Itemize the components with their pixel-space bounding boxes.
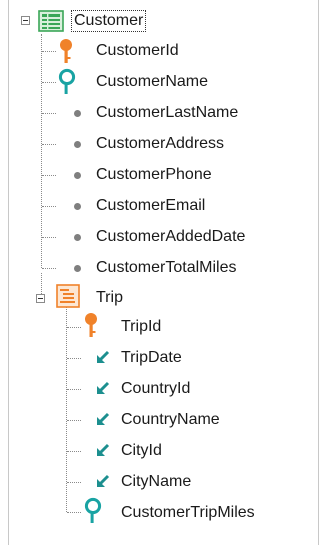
bullet-icon xyxy=(74,141,81,148)
node-label: Customer xyxy=(70,10,147,32)
tree-connector xyxy=(42,268,56,269)
tree-connector xyxy=(67,389,81,390)
level-icon xyxy=(56,284,80,313)
bullet-icon xyxy=(74,203,81,210)
bullet-icon xyxy=(74,234,81,241)
tree-node-trip[interactable]: Trip xyxy=(96,284,123,312)
tree-node-customer[interactable]: Customer xyxy=(70,7,147,35)
transaction-table-icon xyxy=(38,10,64,37)
tree-connector xyxy=(67,482,81,483)
bullet-icon xyxy=(74,110,81,117)
tree-item-customeraddress[interactable]: CustomerAddress xyxy=(96,130,224,158)
inferred-arrow-icon xyxy=(96,381,110,400)
tree-connector xyxy=(41,34,42,268)
tree-item-tripdate[interactable]: TripDate xyxy=(121,344,182,372)
tree-connector xyxy=(67,358,81,359)
tree-item-customeremail[interactable]: CustomerEmail xyxy=(96,192,205,220)
tree-item-customerphone[interactable]: CustomerPhone xyxy=(96,161,212,189)
tree-item-cityname[interactable]: CityName xyxy=(121,468,191,496)
tree-item-customerlastname[interactable]: CustomerLastName xyxy=(96,99,238,127)
tree-connector xyxy=(42,175,56,176)
tree-connector xyxy=(67,451,81,452)
tree-connector xyxy=(42,206,56,207)
tree-connector xyxy=(67,420,81,421)
tree-item-customertotalmiles[interactable]: CustomerTotalMiles xyxy=(96,254,236,282)
search-icon xyxy=(58,68,76,101)
tree-connector xyxy=(42,51,56,52)
key-icon xyxy=(84,312,98,344)
search-icon xyxy=(84,497,102,530)
tree-connector xyxy=(42,237,56,238)
tree-item-countryname[interactable]: CountryName xyxy=(121,406,220,434)
tree-item-customerid[interactable]: CustomerId xyxy=(96,37,179,65)
tree-item-customertripmiles[interactable]: CustomerTripMiles xyxy=(121,499,255,527)
inferred-arrow-icon xyxy=(96,474,110,493)
tree-connector xyxy=(42,113,56,114)
tree-connector xyxy=(42,82,56,83)
inferred-arrow-icon xyxy=(96,412,110,431)
tree-connector xyxy=(67,327,81,328)
tree-item-tripid[interactable]: TripId xyxy=(121,313,161,341)
tree-item-countryid[interactable]: CountryId xyxy=(121,375,190,403)
tree-connector xyxy=(67,512,81,513)
tree-item-customername[interactable]: CustomerName xyxy=(96,68,208,96)
collapse-customer-toggle[interactable] xyxy=(21,16,30,25)
tree-item-cityid[interactable]: CityId xyxy=(121,437,162,465)
bullet-icon xyxy=(74,172,81,179)
inferred-arrow-icon xyxy=(96,443,110,462)
inferred-arrow-icon xyxy=(96,350,110,369)
key-icon xyxy=(59,38,73,70)
bullet-icon xyxy=(74,265,81,272)
collapse-trip-toggle[interactable] xyxy=(36,294,45,303)
tree-item-customeraddeddate[interactable]: CustomerAddedDate xyxy=(96,223,245,251)
tree-connector xyxy=(42,144,56,145)
